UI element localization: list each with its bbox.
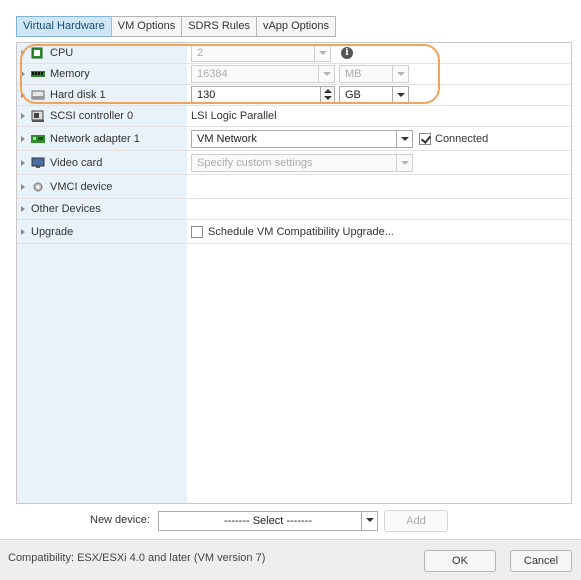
expand-caret-icon: [21, 159, 25, 166]
row-cpu-toggle[interactable]: CPU: [17, 43, 187, 63]
video-value: Specify custom settings: [197, 156, 313, 169]
tab-vapp-options[interactable]: vApp Options: [255, 16, 336, 37]
row-network-toggle[interactable]: Network adapter 1: [17, 127, 187, 150]
compatibility-text: Compatibility: ESX/ESXi 4.0 and later (V…: [8, 552, 266, 564]
chevron-down-icon: [318, 66, 334, 82]
expand-caret-icon: [21, 92, 25, 98]
scsi-label: SCSI controller 0: [50, 110, 134, 122]
row-other-toggle[interactable]: Other Devices: [17, 199, 187, 219]
memory-value: 16384: [197, 68, 228, 80]
hard-disk-unit: GB: [345, 89, 361, 101]
scsi-controller-icon: [31, 110, 45, 122]
expand-caret-icon: [21, 183, 25, 190]
row-network-adapter: Network adapter 1 VM Network Connected: [17, 127, 571, 151]
cancel-button[interactable]: Cancel: [510, 550, 572, 572]
schedule-upgrade-label: Schedule VM Compatibility Upgrade...: [208, 225, 394, 238]
vmci-device-icon: [31, 181, 45, 193]
new-device-label: New device:: [90, 514, 150, 526]
hard-disk-value: 130: [197, 89, 216, 101]
memory-label: Memory: [50, 68, 90, 80]
new-device-select-value: ------- Select -------: [224, 515, 312, 527]
cpu-icon: [31, 47, 45, 59]
cpu-select[interactable]: 2: [191, 44, 331, 62]
row-hard-disk: Hard disk 1 130 GB: [17, 85, 571, 106]
vmci-label: VMCI device: [50, 180, 113, 193]
row-upgrade: Upgrade Schedule VM Compatibility Upgrad…: [17, 220, 571, 244]
tab-vm-options[interactable]: VM Options: [110, 16, 182, 37]
hard-disk-icon: [31, 89, 45, 101]
connected-checkbox[interactable]: [419, 132, 431, 145]
connected-label: Connected: [435, 132, 489, 145]
expand-caret-icon: [21, 113, 25, 119]
expand-caret-icon: [21, 50, 25, 56]
network-label: Network adapter 1: [50, 132, 140, 145]
row-scsi-toggle[interactable]: SCSI controller 0: [17, 106, 187, 126]
cpu-value: 2: [197, 47, 204, 59]
other-label: Other Devices: [31, 203, 101, 215]
row-video-toggle[interactable]: Video card: [17, 151, 187, 174]
schedule-upgrade-checkbox[interactable]: [191, 225, 203, 238]
video-label: Video card: [50, 156, 103, 169]
tab-sdrs-rules[interactable]: SDRS Rules: [181, 16, 256, 37]
chevron-down-icon: [392, 66, 408, 82]
hard-disk-label: Hard disk 1: [50, 89, 106, 101]
chevron-down-icon: [396, 154, 412, 171]
cpu-label: CPU: [50, 47, 74, 59]
video-settings-select[interactable]: Specify custom settings: [191, 153, 413, 172]
hard-disk-unit-select[interactable]: GB: [339, 86, 409, 104]
tab-virtual-hardware[interactable]: Virtual Hardware: [16, 16, 111, 37]
expand-caret-icon: [21, 206, 25, 212]
chevron-down-icon: [314, 45, 330, 61]
dialog-footer: Compatibility: ESX/ESXi 4.0 and later (V…: [0, 539, 581, 580]
row-memory: Memory 16384 MB: [17, 64, 571, 85]
chevron-down-icon: [396, 130, 412, 147]
new-device-select[interactable]: ------- Select -------: [158, 511, 378, 531]
new-device-bar: New device: ------- Select ------- Add: [16, 509, 572, 533]
chevron-down-icon: [392, 87, 408, 103]
expand-caret-icon: [21, 135, 25, 142]
info-icon[interactable]: i: [341, 47, 353, 59]
network-value: VM Network: [197, 132, 257, 145]
add-device-button[interactable]: Add: [384, 510, 448, 532]
network-select[interactable]: VM Network: [191, 129, 413, 148]
row-video-card: Video card Specify custom settings: [17, 151, 571, 175]
network-adapter-icon: [31, 133, 45, 145]
expand-caret-icon: [21, 71, 25, 77]
memory-icon: [31, 68, 45, 80]
row-hard-disk-toggle[interactable]: Hard disk 1: [17, 85, 187, 105]
upgrade-label: Upgrade: [31, 225, 74, 238]
row-scsi-controller: SCSI controller 0 LSI Logic Parallel: [17, 106, 571, 127]
row-memory-toggle[interactable]: Memory: [17, 64, 187, 84]
row-vmci-toggle[interactable]: VMCI device: [17, 175, 187, 198]
tab-bar: Virtual Hardware VM Options SDRS Rules v…: [16, 16, 336, 37]
video-card-icon: [31, 157, 45, 169]
scsi-value: LSI Logic Parallel: [191, 110, 277, 122]
chevron-down-icon: [361, 512, 377, 530]
row-cpu: CPU 2 i: [17, 43, 571, 64]
hardware-panel: CPU 2 i Memory 16384 MB Hard disk 1 130 …: [16, 42, 572, 504]
hard-disk-size-input[interactable]: 130: [191, 86, 335, 104]
spinner-icon[interactable]: [320, 87, 334, 103]
expand-caret-icon: [21, 228, 25, 235]
row-upgrade-toggle[interactable]: Upgrade: [17, 220, 187, 243]
row-other-devices: Other Devices: [17, 199, 571, 220]
ok-button[interactable]: OK: [424, 550, 496, 572]
row-vmci-device: VMCI device: [17, 175, 571, 199]
memory-unit-select[interactable]: MB: [339, 65, 409, 83]
memory-unit: MB: [345, 68, 362, 80]
memory-input[interactable]: 16384: [191, 65, 335, 83]
